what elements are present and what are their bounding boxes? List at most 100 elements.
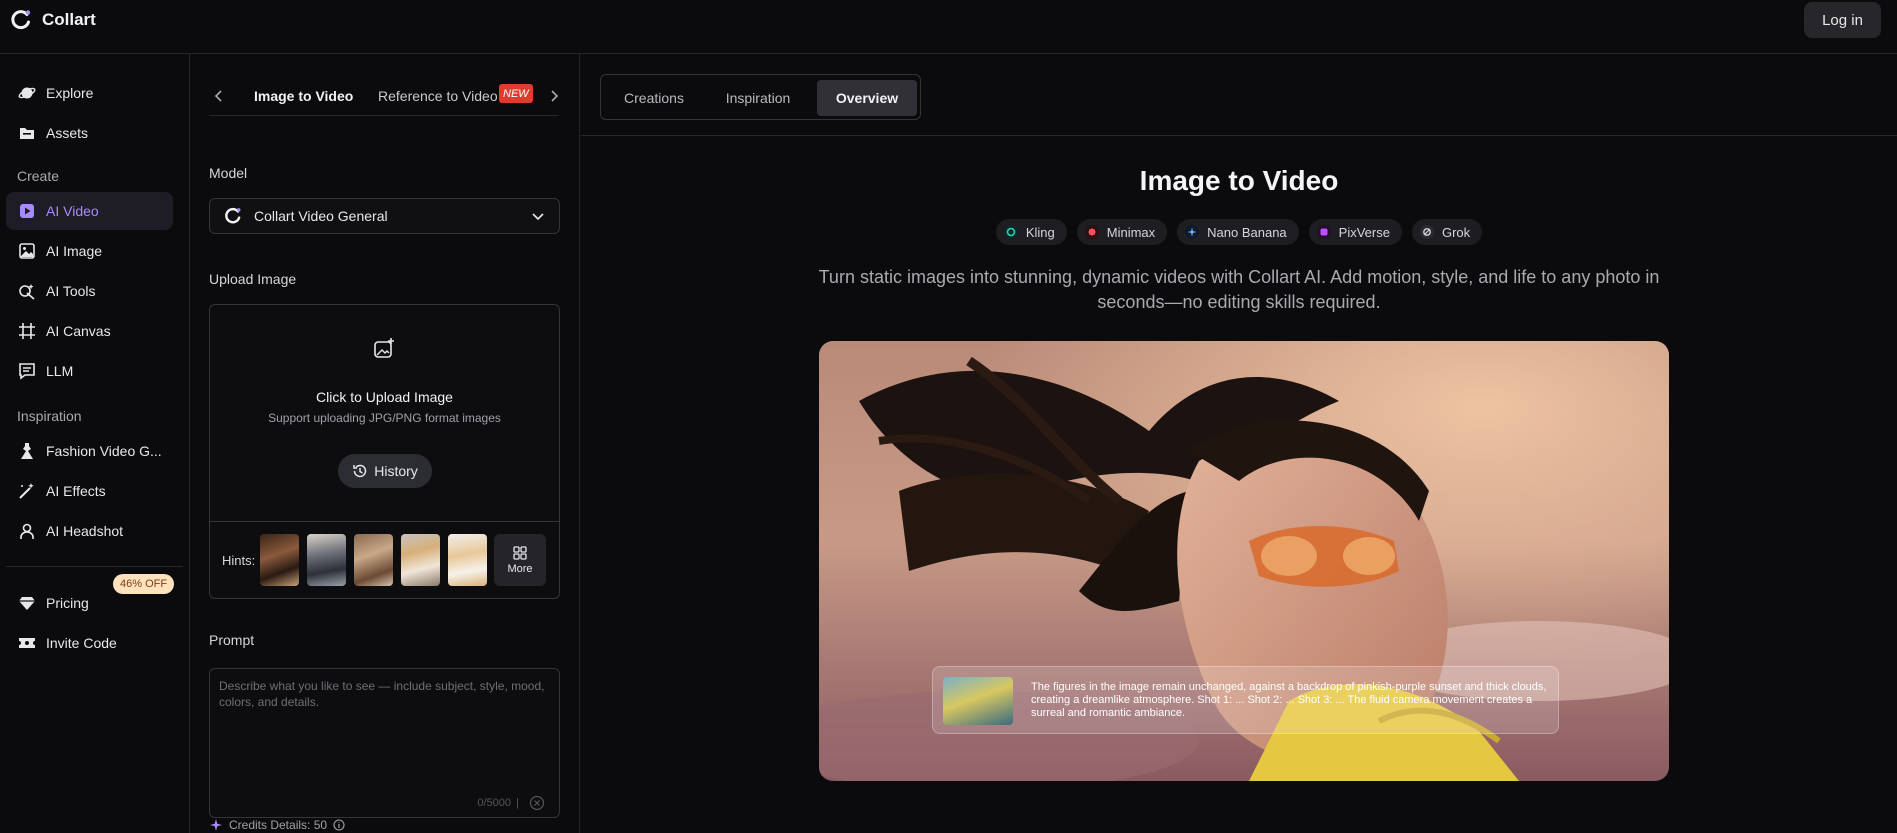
logo[interactable]: Collart — [10, 8, 96, 32]
sidebar-item-ai-image[interactable]: AI Image — [6, 232, 173, 270]
chat-icon — [19, 363, 35, 380]
sidebar-item-ai-video[interactable]: AI Video — [6, 192, 173, 230]
sidebar-item-ai-tools[interactable]: AI Tools — [6, 272, 173, 310]
upload-hint: Support uploading JPG/PNG format images — [268, 411, 501, 425]
sidebar-item-fashion-video[interactable]: Fashion Video G... — [6, 432, 173, 470]
caption-thumbnail — [943, 677, 1013, 725]
planet-icon — [18, 87, 36, 99]
chip-label: Grok — [1441, 224, 1471, 240]
credits-label: Credits Details: 50 — [229, 818, 328, 832]
sidebar-item-assets[interactable]: Assets — [6, 114, 173, 152]
credits-details[interactable]: Credits Details: 50 — [209, 818, 345, 832]
diamond-icon — [19, 597, 35, 610]
generation-panel: Image to Video Reference to Video NEW Mo… — [191, 54, 580, 833]
image-icon — [19, 243, 35, 259]
prompt-caption: The figures in the image remain unchange… — [932, 666, 1559, 734]
sidebar-item-ai-headshot[interactable]: AI Headshot — [6, 512, 173, 550]
sidebar-item-invite-code[interactable]: Invite Code — [6, 624, 173, 662]
overview-area: Creations Inspiration Overview Image to … — [581, 54, 1897, 833]
sidebar-item-label: Explore — [46, 85, 94, 101]
prompt-counter-separator: | — [516, 797, 519, 809]
tabs-prev-button[interactable] — [209, 76, 229, 116]
history-icon — [353, 464, 367, 478]
hero-image: The figures in the image remain unchange… — [819, 341, 1669, 781]
sidebar-item-explore[interactable]: Explore — [6, 74, 173, 112]
kling-icon — [1003, 225, 1018, 239]
prompt-container: 0/5000 | — [209, 668, 560, 818]
sidebar-item-pricing[interactable]: Pricing — [6, 584, 173, 622]
folder-icon — [20, 128, 34, 139]
chevron-left-icon — [214, 90, 222, 102]
hints-row: Hints: More — [210, 521, 559, 599]
mode-tabs: Image to Video Reference to Video NEW — [209, 76, 559, 116]
chip-minimax[interactable]: Minimax — [1076, 219, 1168, 245]
sidebar-item-label: Assets — [46, 125, 89, 141]
tab-inspiration[interactable]: Inspiration — [710, 80, 806, 116]
chip-nano-banana[interactable]: Nano Banana — [1177, 219, 1299, 245]
login-button[interactable]: Log in — [1804, 2, 1881, 38]
tab-creations[interactable]: Creations — [606, 80, 702, 116]
chip-label: Minimax — [1106, 224, 1156, 240]
sidebar-item-label: Invite Code — [46, 635, 117, 651]
hint-thumbnail[interactable] — [401, 534, 440, 586]
new-badge: NEW — [499, 84, 533, 103]
prompt-input[interactable] — [210, 669, 559, 817]
top-bar: Collart Log in — [0, 0, 1897, 54]
tab-overview[interactable]: Overview — [817, 80, 917, 116]
sidebar-nav: Explore Assets Create AI Video AI Image … — [0, 54, 190, 833]
tabs-next-button[interactable] — [544, 76, 564, 116]
dress-icon — [21, 443, 33, 459]
chip-grok[interactable]: Grok — [1411, 219, 1483, 245]
history-label: History — [374, 463, 418, 479]
sidebar-item-label: AI Effects — [46, 483, 106, 499]
sidebar-item-ai-effects[interactable]: AI Effects — [6, 472, 173, 510]
chip-kling[interactable]: Kling — [995, 219, 1067, 245]
play-square-icon — [20, 204, 34, 218]
sidebar-item-label: AI Headshot — [46, 523, 124, 539]
sidebar-item-label: AI Canvas — [46, 323, 111, 339]
sidebar-divider — [6, 566, 183, 567]
minimax-icon — [1084, 225, 1099, 239]
view-tabs: Creations Inspiration Overview — [600, 74, 921, 120]
prompt-char-counter: 0/5000 — [477, 797, 511, 809]
tab-image-to-video[interactable]: Image to Video — [254, 88, 353, 104]
page-description: Turn static images into stunning, dynami… — [818, 267, 1660, 312]
more-label: More — [507, 562, 533, 575]
main-divider — [581, 135, 1897, 136]
app-name: Collart — [42, 10, 96, 29]
model-chips: Kling Minimax Nano Banana PixVerse Grok — [581, 219, 1897, 245]
caption-text: The figures in the image remain unchange… — [1031, 681, 1547, 719]
chip-label: Nano Banana — [1207, 224, 1287, 240]
chevron-down-icon — [532, 213, 544, 221]
chip-label: PixVerse — [1338, 224, 1390, 240]
hints-label: Hints: — [222, 553, 256, 568]
sidebar-item-label: AI Image — [46, 243, 103, 259]
upload-dropzone[interactable]: Click to Upload Image Support uploading … — [209, 304, 560, 599]
clear-icon[interactable] — [529, 795, 545, 811]
model-select-value: Collart Video General — [254, 208, 388, 224]
collart-model-icon — [225, 207, 241, 224]
model-select[interactable]: Collart Video General — [209, 198, 560, 234]
sidebar-item-label: AI Video — [46, 203, 99, 219]
sidebar-item-llm[interactable]: LLM — [6, 352, 173, 390]
tab-reference-to-video[interactable]: Reference to Video — [378, 88, 498, 104]
image-upload-icon — [374, 338, 394, 358]
chip-pixverse[interactable]: PixVerse — [1308, 219, 1402, 245]
upload-label: Upload Image — [209, 271, 297, 287]
pixverse-icon — [1316, 225, 1331, 239]
sidebar-item-label: AI Tools — [46, 283, 96, 299]
model-label: Model — [209, 165, 248, 181]
sidebar-item-label: Pricing — [46, 595, 89, 611]
hint-thumbnail[interactable] — [448, 534, 487, 586]
grid-icon — [513, 545, 527, 560]
nano-banana-icon — [1185, 225, 1200, 239]
upload-title: Click to Upload Image — [316, 389, 453, 405]
hint-thumbnail[interactable] — [307, 534, 346, 586]
info-icon — [333, 819, 345, 831]
history-button[interactable]: History — [338, 454, 432, 488]
hint-thumbnail[interactable] — [354, 534, 393, 586]
more-hints-button[interactable]: More — [494, 534, 546, 586]
sidebar-item-ai-canvas[interactable]: AI Canvas — [6, 312, 173, 350]
hint-thumbnail[interactable] — [260, 534, 299, 586]
page-title: Image to Video — [1139, 165, 1339, 196]
